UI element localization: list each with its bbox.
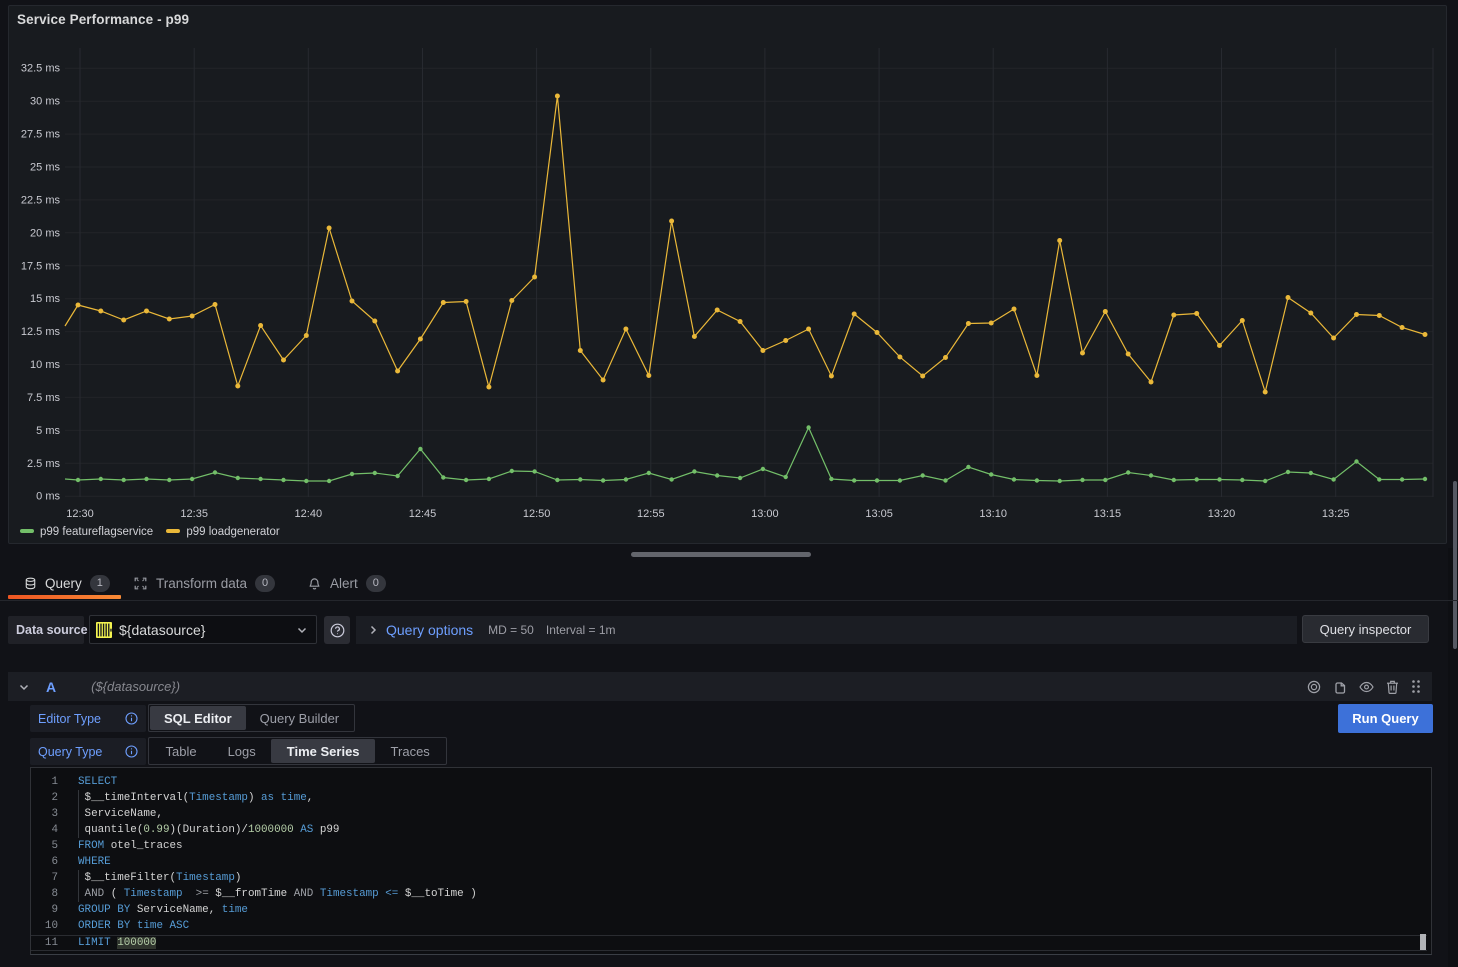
svg-text:12:30: 12:30 [66,508,94,520]
svg-text:13:20: 13:20 [1208,508,1236,520]
svg-text:32.5 ms: 32.5 ms [21,63,61,75]
svg-text:12:50: 12:50 [523,508,551,520]
svg-text:25 ms: 25 ms [30,162,60,174]
svg-text:12.5 ms: 12.5 ms [21,326,61,338]
svg-text:10 ms: 10 ms [30,359,60,371]
svg-text:12:40: 12:40 [295,508,323,520]
svg-text:7.5 ms: 7.5 ms [27,392,61,404]
svg-text:12:55: 12:55 [637,508,665,520]
svg-text:15 ms: 15 ms [30,293,60,305]
svg-text:5 ms: 5 ms [36,425,60,437]
svg-text:20 ms: 20 ms [30,227,60,239]
svg-text:13:05: 13:05 [865,508,893,520]
svg-text:17.5 ms: 17.5 ms [21,260,61,272]
svg-text:13:10: 13:10 [979,508,1007,520]
svg-text:30 ms: 30 ms [30,96,60,108]
svg-text:27.5 ms: 27.5 ms [21,129,61,141]
svg-text:12:35: 12:35 [180,508,208,520]
svg-text:13:15: 13:15 [1094,508,1122,520]
svg-text:12:45: 12:45 [409,508,437,520]
svg-text:0 ms: 0 ms [36,491,60,503]
svg-text:2.5 ms: 2.5 ms [27,458,61,470]
svg-text:13:00: 13:00 [751,508,779,520]
svg-text:13:25: 13:25 [1322,508,1350,520]
svg-text:22.5 ms: 22.5 ms [21,194,61,206]
